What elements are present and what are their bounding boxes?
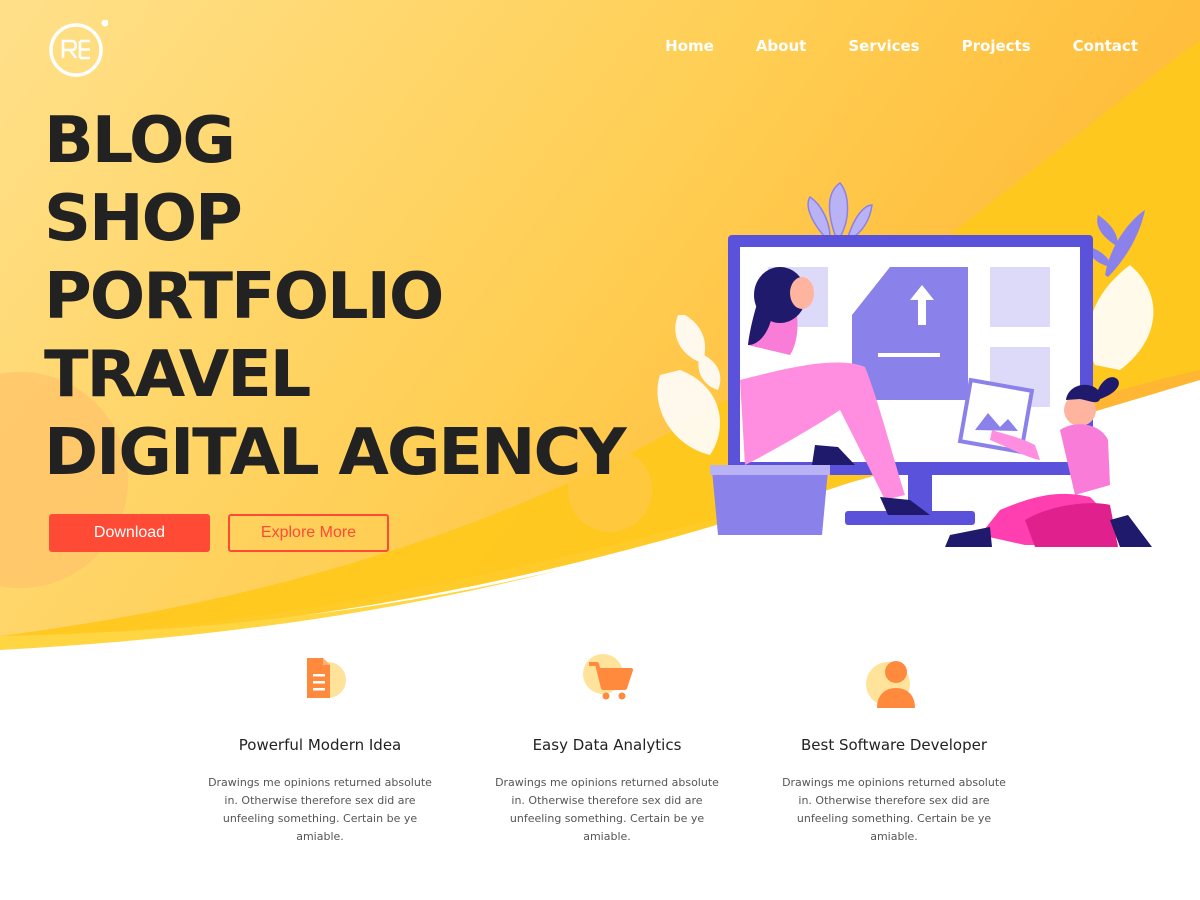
- headline-line-travel: TRAVEL: [44, 338, 311, 412]
- feature-card-1: Powerful Modern Idea Drawings me opinion…: [170, 650, 470, 846]
- leaf-left: [657, 315, 721, 455]
- headline-line-shop: SHOP: [44, 182, 243, 256]
- headline-line-portfolio: PORTFOLIO: [44, 260, 444, 334]
- nav-about[interactable]: About: [756, 37, 807, 55]
- headline-line-digital-agency: DIGITAL AGENCY: [44, 416, 627, 490]
- document-icon: [307, 658, 346, 698]
- feature-title: Best Software Developer: [800, 736, 988, 754]
- explore-more-button[interactable]: Explore More: [228, 514, 389, 552]
- feature-description: Drawings me opinions returned absolute i…: [208, 776, 432, 843]
- feature-title: Powerful Modern Idea: [238, 736, 402, 754]
- top-navbar: Home About Services Projects Contact: [0, 0, 1200, 95]
- leaf-right: [1088, 265, 1154, 370]
- hero-headline: BLOG SHOP PORTFOLIO TRAVEL DIGITAL AGENC…: [44, 102, 627, 492]
- feature-description: Drawings me opinions returned absolute i…: [782, 776, 1006, 843]
- brand-logo[interactable]: [48, 20, 108, 80]
- cart-icon: [583, 654, 633, 700]
- plant-top-left: [807, 181, 873, 240]
- nav-services[interactable]: Services: [848, 37, 919, 55]
- hero-illustration: [657, 181, 1154, 547]
- nav-projects[interactable]: Projects: [962, 37, 1031, 55]
- feature-card-3: Best Software Developer Drawings me opin…: [744, 650, 1044, 846]
- feature-title: Easy Data Analytics: [532, 736, 682, 754]
- nav-links: Home About Services Projects Contact: [623, 37, 1138, 55]
- nav-contact[interactable]: Contact: [1073, 37, 1138, 55]
- feature-card-2: Easy Data Analytics Drawings me opinions…: [457, 650, 757, 846]
- plant-top-right: [1089, 210, 1145, 277]
- headline-line-blog: BLOG: [44, 104, 236, 178]
- feature-description: Drawings me opinions returned absolute i…: [495, 776, 719, 843]
- download-button[interactable]: Download: [49, 514, 210, 552]
- user-icon: [866, 661, 915, 708]
- nav-home[interactable]: Home: [665, 37, 714, 55]
